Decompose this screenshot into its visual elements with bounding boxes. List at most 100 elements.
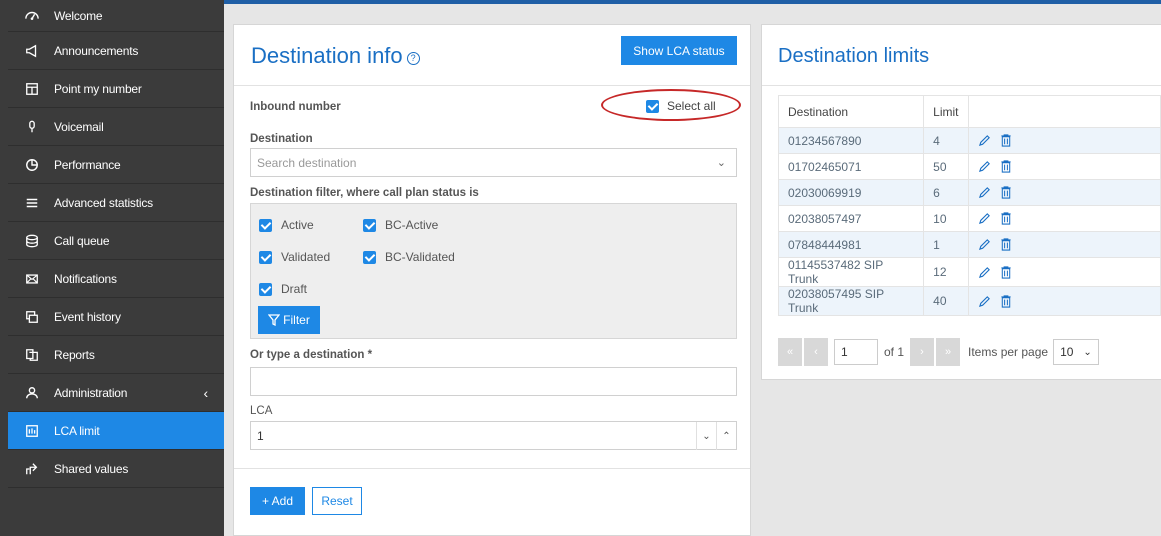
destination-limits-title: Destination limits (778, 45, 930, 67)
filter-bc-active-checkbox[interactable]: BC-Active (363, 218, 438, 232)
type-destination-label: Or type a destination * (250, 349, 373, 361)
checkbox-checked-icon[interactable] (646, 99, 659, 113)
help-icon[interactable]: ? (406, 52, 420, 65)
trash-icon[interactable] (1000, 212, 1012, 225)
lca-label: LCA (250, 405, 273, 417)
filter-active-checkbox[interactable]: Active (259, 218, 314, 232)
table-row: 02038057495 SIP Trunk 40 (777, 286, 1161, 316)
trash-icon[interactable] (1000, 134, 1012, 147)
trash-icon[interactable] (1000, 294, 1012, 308)
select-all-label: Select all (667, 99, 716, 113)
sidebar-nav: Welcome Announcements Point my number Vo… (8, 8, 224, 488)
column-header-destination[interactable]: Destination (777, 95, 925, 128)
sidebar-item-welcome[interactable]: Welcome (8, 0, 224, 32)
last-page-icon[interactable]: » (936, 338, 961, 366)
sidebar-item-notifications[interactable]: Notifications (8, 260, 224, 298)
trash-icon[interactable] (1000, 160, 1012, 173)
page-count-label: of 1 (884, 345, 905, 359)
pagination: « ‹ 1 of 1 › » Items per page 10 ⌄ (778, 338, 1100, 366)
destination-info-panel: Destination info? Show LCA status Inboun… (233, 24, 751, 536)
chevron-down-icon: ⌄ (1083, 346, 1092, 358)
sidebar-item-shared-values[interactable]: Shared values (8, 450, 224, 488)
destination-cell: 02038057495 SIP Trunk (777, 286, 925, 316)
filter-validated-checkbox[interactable]: Validated (259, 250, 330, 264)
first-page-icon[interactable]: « (778, 338, 802, 366)
limit-cell: 4 (923, 127, 969, 154)
checkbox-checked-icon[interactable] (363, 218, 376, 232)
chevron-left-icon[interactable]: ‹ (204, 385, 209, 401)
destination-label: Destination (250, 133, 313, 145)
pencil-icon[interactable] (978, 295, 991, 308)
sidebar-item-performance[interactable]: Performance (8, 146, 224, 184)
actions-cell (967, 179, 1161, 206)
inbound-number-label: Inbound number (250, 101, 341, 113)
lca-number-input[interactable]: 1 ⌄ ⌃ (250, 421, 737, 450)
trash-icon[interactable] (1000, 265, 1012, 279)
funnel-icon (268, 314, 281, 326)
checkbox-checked-icon[interactable] (259, 282, 272, 296)
trash-icon[interactable] (1000, 186, 1012, 199)
destination-limits-panel: Destination limits Destination Limit 012… (761, 24, 1161, 380)
page-number-input[interactable]: 1 (834, 339, 878, 365)
actions-cell (967, 153, 1161, 180)
sidebar-item-lca-limit[interactable]: LCA limit (8, 412, 224, 450)
sidebar-item-event-history[interactable]: Event history (8, 298, 224, 336)
sidebar-item-point-my-number[interactable]: Point my number (8, 70, 224, 108)
sidebar-item-reports[interactable]: Reports (8, 336, 224, 374)
destination-filter-label: Destination filter, where call plan stat… (250, 187, 479, 199)
checkbox-checked-icon[interactable] (363, 250, 376, 264)
checkbox-checked-icon[interactable] (259, 218, 272, 232)
chevron-down-icon: ⌄ (716, 157, 726, 169)
column-header-actions (967, 95, 1161, 128)
show-lca-status-button[interactable]: Show LCA status (621, 36, 737, 65)
pencil-icon[interactable] (978, 160, 991, 173)
pencil-icon[interactable] (978, 186, 991, 199)
pencil-icon[interactable] (978, 134, 991, 147)
table-row: 01145537482 SIP Trunk 12 (777, 257, 1161, 287)
share-icon (22, 461, 42, 477)
type-destination-input[interactable] (250, 367, 737, 396)
sidebar-item-label: Welcome (54, 8, 103, 23)
select-all-checkbox[interactable]: Select all (646, 99, 716, 113)
history-icon (22, 309, 42, 325)
search-destination-select[interactable]: Search destination ⌄ (250, 148, 737, 177)
sidebar-item-advanced-statistics[interactable]: Advanced statistics (8, 184, 224, 222)
checkbox-label: BC-Active (385, 218, 439, 232)
pencil-icon[interactable] (978, 238, 991, 251)
pencil-icon[interactable] (978, 212, 991, 225)
next-page-icon[interactable]: › (910, 338, 935, 366)
lca-icon (22, 423, 42, 439)
limit-cell: 50 (923, 153, 969, 180)
filter-button-label: Filter (283, 313, 310, 327)
pencil-icon[interactable] (978, 266, 991, 279)
sidebar-item-administration[interactable]: Administration ‹ (8, 374, 224, 412)
reset-button[interactable]: Reset (312, 487, 362, 515)
destination-cell: 02030069919 (777, 179, 925, 206)
sidebar-item-label: Advanced statistics (54, 195, 153, 210)
chevron-up-icon[interactable]: ⌃ (716, 422, 736, 450)
items-per-page-select[interactable]: 10 ⌄ (1053, 339, 1100, 365)
sidebar-item-announcements[interactable]: Announcements (8, 32, 224, 70)
filter-draft-checkbox[interactable]: Draft (259, 282, 307, 296)
sidebar-item-call-queue[interactable]: Call queue (8, 222, 224, 260)
lca-value: 1 (257, 428, 264, 443)
column-header-limit[interactable]: Limit (923, 95, 969, 128)
sidebar-item-voicemail[interactable]: Voicemail (8, 108, 224, 146)
sidebar-item-label: Notifications (54, 271, 117, 286)
destination-placeholder: Search destination (257, 155, 357, 170)
destination-limits-table: Destination Limit 01234567890 4 01702465… (777, 95, 1161, 316)
list-icon (22, 195, 42, 211)
sidebar: Welcome Announcements Point my number Vo… (0, 0, 224, 536)
chevron-down-icon[interactable]: ⌄ (696, 422, 716, 450)
trash-icon[interactable] (1000, 238, 1012, 251)
destination-cell: 01234567890 (777, 127, 925, 154)
filter-button[interactable]: Filter (258, 306, 320, 334)
checkbox-checked-icon[interactable] (259, 250, 272, 264)
megaphone-icon (22, 43, 42, 59)
add-button[interactable]: + Add (250, 487, 305, 515)
documents-icon (22, 347, 42, 363)
tachometer-icon (22, 8, 42, 24)
prev-page-icon[interactable]: ‹ (804, 338, 828, 366)
destination-cell: 02038057497 (777, 205, 925, 232)
filter-bc-validated-checkbox[interactable]: BC-Validated (363, 250, 455, 264)
